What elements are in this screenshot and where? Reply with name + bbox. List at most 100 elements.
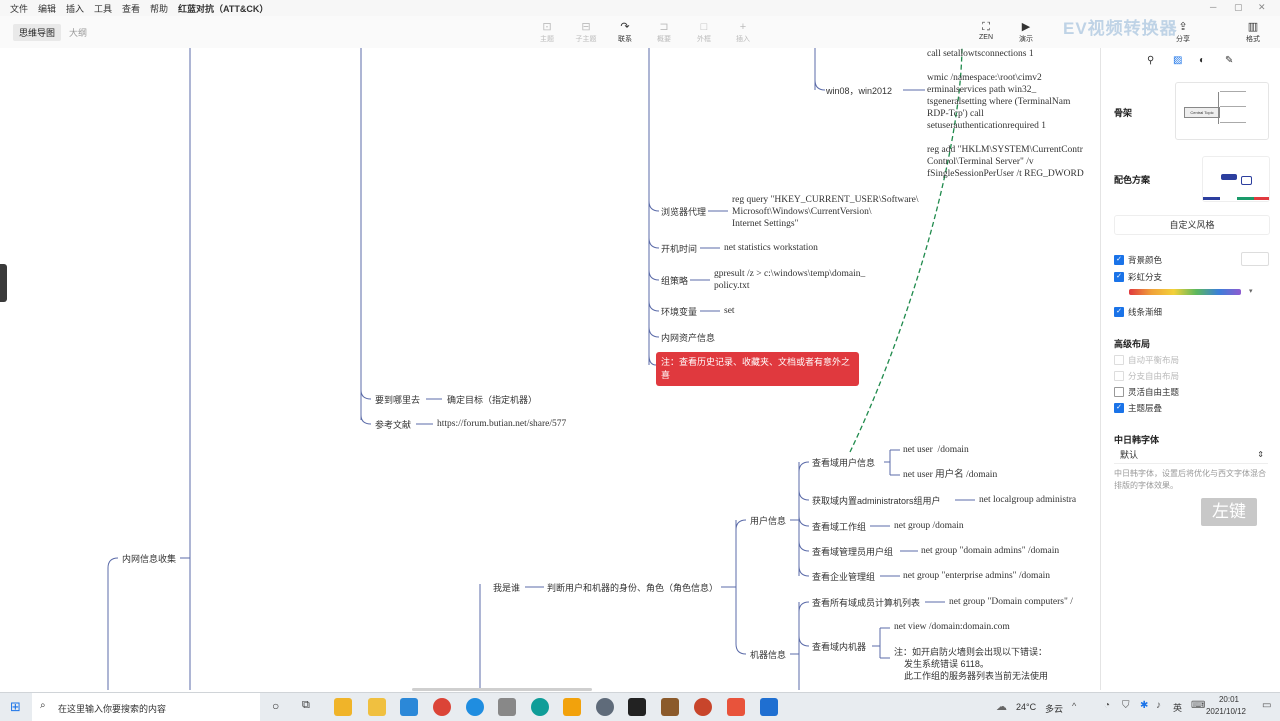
net-localgroup-cmd[interactable]: net localgroup administra (979, 494, 1076, 506)
cjk-font-select[interactable]: 默认 ⇕ (1114, 447, 1268, 464)
weather-temp[interactable]: 24°C (1016, 702, 1036, 712)
chrome-icon[interactable] (433, 698, 451, 716)
flexible-topic-checkbox[interactable]: 灵活自由主题 (1114, 386, 1179, 398)
weather-desc[interactable]: 多云 (1045, 702, 1063, 715)
menu-help[interactable]: 帮助 (150, 2, 168, 15)
ime-indicator[interactable]: 英 (1173, 701, 1182, 714)
net-group-domain-computers-cmd[interactable]: net group "Domain computers" / (949, 596, 1073, 608)
net-user-domain-cmd[interactable]: net user /domain (903, 444, 969, 456)
net-user-name-cmd[interactable]: net user 用户名 /domain (903, 469, 997, 481)
bluetooth-icon[interactable]: ✱ (1140, 700, 1148, 711)
topic-overlap-checkbox[interactable]: ✓ 主题层叠 (1114, 402, 1162, 414)
wifi-icon[interactable]: ◔ (1104, 700, 1110, 711)
cortana-icon[interactable]: ○ (272, 699, 279, 713)
reference-link[interactable]: https://forum.butian.net/share/577 (437, 418, 566, 430)
browser-proxy-cmd[interactable]: reg query "HKEY_CURRENT_USER\Software\ M… (732, 194, 918, 230)
topic-references[interactable]: 参考文献 (375, 418, 411, 431)
topic-machine-info[interactable]: 机器信息 (750, 648, 786, 661)
topic-target[interactable]: 确定目标（指定机器） (447, 393, 537, 406)
topic-where-to-go[interactable]: 要到哪里去 (375, 393, 420, 406)
terminal-icon[interactable] (628, 698, 646, 716)
topic-domain-machines[interactable]: 查看域内机器 (812, 640, 866, 653)
ie-icon[interactable] (466, 698, 484, 716)
net-view-domain-cmd[interactable]: net view /domain:domain.com (894, 621, 1010, 633)
mail-icon[interactable] (400, 698, 418, 716)
topic-who-am-i[interactable]: 我是谁 (493, 581, 520, 594)
topic-enterprise-admins[interactable]: 查看企业管理组 (812, 570, 875, 583)
file-explorer-icon[interactable] (334, 698, 352, 716)
env-vars-cmd[interactable]: set (724, 305, 735, 317)
topic-browser-proxy[interactable]: 浏览器代理 (661, 205, 706, 218)
wmic-cmd[interactable]: wmic /namespace:\root\cimv2 erminalservi… (927, 72, 1070, 132)
net-group-enterprise-admins-cmd[interactable]: net group "enterprise admins" /domain (903, 570, 1050, 582)
topic-win08[interactable]: win08，win2012 (826, 84, 892, 97)
tab-mindmap[interactable]: 思维导图 (13, 24, 62, 41)
branch-free-checkbox[interactable]: 分支自由布局 (1114, 370, 1179, 382)
horizontal-scrollbar[interactable] (412, 688, 592, 691)
relationship-button[interactable]: ↷ 联系 (610, 20, 640, 44)
rainbow-branch-checkbox[interactable]: ✓ 彩虹分支 (1114, 271, 1162, 283)
minimize-icon[interactable]: ─ (1210, 2, 1216, 12)
taskbar-search[interactable]: ⌕ 在这里输入你要搜索的内容 (32, 693, 260, 721)
summary-button[interactable]: ⊐ 概要 (649, 20, 679, 44)
shield-icon[interactable]: ⛉ (1122, 700, 1130, 711)
topic-intranet-info[interactable]: 内网信息收集 (122, 552, 176, 565)
insert-button[interactable]: + 插入 (728, 20, 758, 44)
mindmap-canvas[interactable]: 内网信息收集 要到哪里去 确定目标（指定机器） 参考文献 https://for… (0, 48, 1100, 690)
rainbow-gradient-swatch[interactable] (1129, 289, 1241, 295)
app-icon-tool[interactable] (596, 698, 614, 716)
clock-time[interactable]: 20:01 (1210, 695, 1248, 704)
format-button[interactable]: ▥ 格式 (1238, 20, 1268, 44)
topic-note-history[interactable]: 注：查看历史记录、收藏夹、文档或者有意外之喜 (656, 352, 859, 386)
menu-file[interactable]: 文件 (10, 2, 28, 15)
topic-intranet-assets[interactable]: 内网资产信息 (661, 331, 715, 344)
color-scheme-preview[interactable] (1202, 156, 1270, 202)
edge-icon[interactable] (531, 698, 549, 716)
weather-icon[interactable]: ☁ (996, 700, 1007, 713)
line-taper-checkbox[interactable]: ✓ 线条渐细 (1114, 306, 1162, 318)
custom-style-button[interactable]: 自定义风格 (1114, 215, 1270, 235)
subtopic-button[interactable]: ⊟ 子主题 (571, 20, 601, 44)
topic-domain-workgroup[interactable]: 查看域工作组 (812, 520, 866, 533)
topic-domain-users[interactable]: 查看域用户信息 (812, 456, 875, 469)
topic-firewall-note[interactable]: 注：如开启防火墙则会出现以下错误： 发生系统错误 6118。 此工作组的服务器列… (894, 646, 1048, 682)
windows-start-icon[interactable]: ⊞ (10, 699, 21, 715)
zen-button[interactable]: ⛶ ZEN (971, 20, 1001, 41)
notification-icon[interactable]: ▭ (1262, 700, 1271, 711)
clock-date[interactable]: 2021/10/12 (1198, 707, 1254, 716)
menu-view[interactable]: 查看 (122, 2, 140, 15)
menu-edit[interactable]: 编辑 (38, 2, 56, 15)
topic-env-vars[interactable]: 环境变量 (661, 305, 697, 318)
menu-insert[interactable]: 插入 (66, 2, 84, 15)
net-group-domain-admins-cmd[interactable]: net group "domain admins" /domain (921, 545, 1059, 557)
bg-color-checkbox[interactable]: ✓ 背景颜色 (1114, 254, 1162, 266)
task-view-icon[interactable]: ⧉ (302, 699, 310, 712)
topic-identify-role[interactable]: 判断用户和机器的身份、角色（角色信息） (547, 581, 718, 594)
brush-icon[interactable]: ✎ (1225, 55, 1233, 66)
net-group-domain-cmd[interactable]: net group /domain (894, 520, 964, 532)
chevron-down-icon[interactable]: ▾ (1249, 287, 1253, 295)
skeleton-preview[interactable]: Central Topic (1175, 82, 1269, 140)
app-icon-media[interactable] (661, 698, 679, 716)
topic-domain-computers[interactable]: 查看所有域成员计算机列表 (812, 596, 920, 609)
close-icon[interactable]: ✕ (1258, 2, 1266, 13)
topic-group-policy[interactable]: 组策略 (661, 274, 688, 287)
topic-domain-admin-group[interactable]: 查看域管理员用户组 (812, 545, 893, 558)
topic-boot-time[interactable]: 开机时间 (661, 242, 697, 255)
powerpoint-icon[interactable] (694, 698, 712, 716)
app-icon-notes[interactable] (368, 698, 386, 716)
topic-user-info[interactable]: 用户信息 (750, 514, 786, 527)
group-policy-cmd[interactable]: gpresult /z > c:\windows\temp\domain_ po… (714, 268, 865, 292)
boot-time-cmd[interactable]: net statistics workstation (724, 242, 818, 254)
bg-color-swatch[interactable] (1241, 252, 1269, 266)
left-edge-handle[interactable] (0, 264, 7, 302)
xmind-icon[interactable] (727, 698, 745, 716)
tab-outline[interactable]: 大纲 (63, 24, 93, 41)
menu-tools[interactable]: 工具 (94, 2, 112, 15)
image-icon[interactable]: ▨ (1173, 55, 1182, 66)
app-icon-video[interactable] (760, 698, 778, 716)
app-icon-folder[interactable] (563, 698, 581, 716)
volume-icon[interactable]: ♪ (1156, 700, 1161, 711)
settings-gear-icon[interactable] (498, 698, 516, 716)
tray-up-arrow-icon[interactable]: ^ (1072, 701, 1076, 711)
